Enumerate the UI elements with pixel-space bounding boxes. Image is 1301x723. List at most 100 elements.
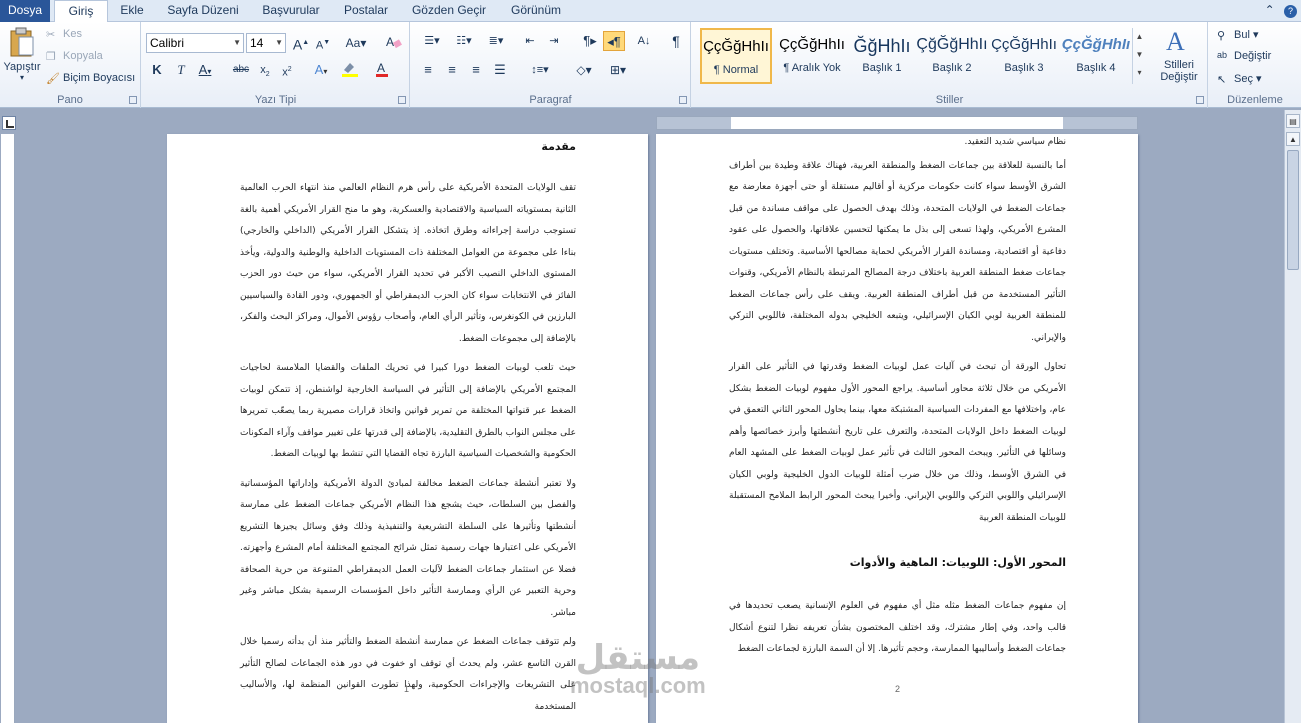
- paragraph-launcher-icon[interactable]: [679, 96, 687, 104]
- page-2[interactable]: نظام سياسي شديد التعقيد. أما بالنسبة للع…: [656, 134, 1138, 723]
- text-effects-button[interactable]: A▾: [310, 60, 332, 80]
- style-heading-3[interactable]: ÇçĞğHhIı Başlık 3: [988, 28, 1060, 84]
- numbering-button[interactable]: ☷▾: [449, 31, 479, 51]
- horizontal-ruler[interactable]: [656, 116, 1138, 130]
- show-hide-marks-button[interactable]: ¶: [665, 31, 687, 51]
- paste-dropdown-icon[interactable]: ▾: [2, 73, 42, 82]
- paste-button[interactable]: Yapıştır ▾: [2, 26, 42, 82]
- decrease-indent-button[interactable]: ⇤: [519, 31, 541, 51]
- page-1[interactable]: مقدمة تقف الولايات المتحدة الأمريكية على…: [167, 134, 648, 723]
- select-button[interactable]: ↖ Seç ▾: [1217, 72, 1262, 86]
- font-name-combo[interactable]: Calibri ▼: [146, 33, 244, 53]
- minimize-ribbon-icon[interactable]: ⌃: [1265, 3, 1275, 17]
- font-size-combo[interactable]: 14 ▼: [246, 33, 286, 53]
- increase-indent-button[interactable]: ⇥: [543, 31, 565, 51]
- tab-file[interactable]: Dosya: [0, 0, 50, 22]
- style-name: Başlık 4: [1076, 62, 1116, 74]
- ltr-button[interactable]: ¶▸: [579, 31, 601, 51]
- style-heading-1[interactable]: ĞğHhIı Başlık 1: [846, 28, 918, 84]
- change-styles-button[interactable]: A Stilleri Değiştir: [1152, 26, 1206, 83]
- ruler-margin-left: [657, 117, 731, 129]
- find-button[interactable]: ⚲ Bul ▾: [1217, 28, 1258, 42]
- tab-home[interactable]: Giriş: [54, 0, 108, 23]
- styles-launcher-icon[interactable]: [1196, 96, 1204, 104]
- ribbon: Yapıştır ▾ ✂ Kes ❐ Kopyala 🖌 Biçim Boyacısı…: [0, 22, 1301, 108]
- page-1-heading: مقدمة: [541, 140, 576, 153]
- bold-button[interactable]: K: [146, 60, 168, 80]
- cut-button[interactable]: ✂ Kes: [46, 28, 82, 41]
- styles-group-label: Stiller: [935, 94, 964, 106]
- styles-scroll[interactable]: ▲ ▼ ▾: [1132, 28, 1146, 84]
- style-sample: ĞğHhIı: [853, 36, 911, 56]
- change-styles-icon: A: [1166, 27, 1185, 56]
- clear-formatting-icon[interactable]: A: [382, 33, 404, 53]
- align-center-button[interactable]: ≡: [441, 60, 463, 80]
- grow-font-button[interactable]: A▲: [290, 33, 312, 53]
- change-case-button[interactable]: Aa▾: [342, 33, 370, 53]
- underline-button[interactable]: A▾: [194, 60, 216, 80]
- tab-references[interactable]: Başvurular: [254, 0, 328, 22]
- multilevel-list-button[interactable]: ≣▾: [481, 31, 511, 51]
- replace-button[interactable]: ab Değiştir: [1217, 50, 1271, 62]
- tab-mailings[interactable]: Postalar: [336, 0, 396, 22]
- scroll-thumb[interactable]: [1287, 150, 1299, 270]
- format-painter-button[interactable]: 🖌 Biçim Boyacısı: [46, 72, 135, 85]
- clipboard-group-label: Pano: [57, 94, 83, 106]
- tab-insert[interactable]: Ekle: [112, 0, 152, 22]
- tab-selector[interactable]: [2, 116, 16, 130]
- page-2-section-body[interactable]: إن مفهوم جماعات الضغط مثله مثل أي مفهوم …: [729, 596, 1066, 669]
- style-heading-2[interactable]: ÇğĞğHhIı Başlık 2: [916, 28, 988, 84]
- paragraph: نظام سياسي شديد التعقيد.: [964, 137, 1066, 147]
- vertical-scrollbar[interactable]: ▤ ▲: [1284, 110, 1301, 723]
- font-group: Calibri ▼ 14 ▼ A▲ A▼ Aa▾ A K T A▾ abc x2 x…: [142, 22, 410, 108]
- line-spacing-button[interactable]: ↕≡▾: [525, 60, 555, 80]
- tab-page-layout[interactable]: Sayfa Düzeni: [160, 0, 246, 22]
- highlighter-icon: [342, 63, 358, 77]
- ruler-toggle-icon[interactable]: ▤: [1286, 114, 1300, 128]
- style-name: ¶ Aralık Yok: [783, 62, 841, 74]
- vertical-ruler[interactable]: [1, 134, 15, 723]
- align-right-button[interactable]: ≡: [465, 60, 487, 80]
- bullets-button[interactable]: ☰▾: [417, 31, 447, 51]
- page-1-body[interactable]: تقف الولايات المتحدة الأمريكية على رأس ه…: [240, 178, 576, 723]
- watermark-latin: mostaql.com: [570, 673, 706, 698]
- ribbon-tab-bar: Dosya Giriş Ekle Sayfa Düzeni Başvurular…: [0, 0, 1301, 23]
- page-number: 1: [404, 684, 410, 694]
- style-normal[interactable]: ÇçĞğHhIı ¶ Normal: [700, 28, 772, 84]
- justify-button[interactable]: ☰: [489, 60, 511, 80]
- page-2-body[interactable]: نظام سياسي شديد التعقيد. أما بالنسبة للع…: [729, 132, 1066, 537]
- borders-button[interactable]: ⊞▾: [603, 60, 633, 80]
- style-no-spacing[interactable]: ÇçĞğHhIı ¶ Aralık Yok: [772, 28, 852, 84]
- paragraph: إن مفهوم جماعات الضغط مثله مثل أي مفهوم …: [729, 601, 1066, 654]
- subscript-button[interactable]: x2: [254, 60, 276, 80]
- find-label: Bul: [1234, 29, 1250, 41]
- window-controls: ⌃ ?: [1265, 3, 1297, 18]
- style-heading-4[interactable]: ÇçĞğHhIı Başlık 4: [1060, 28, 1132, 84]
- clipboard-launcher-icon[interactable]: [129, 96, 137, 104]
- replace-icon: ab: [1217, 50, 1228, 61]
- shading-button[interactable]: ◇▾: [569, 60, 599, 80]
- strikethrough-button[interactable]: abc: [230, 60, 252, 80]
- font-launcher-icon[interactable]: [398, 96, 406, 104]
- rtl-button[interactable]: ◂¶: [603, 31, 625, 51]
- paragraph: تحاول الورقة أن تبحث في آليات عمل لوبيات…: [729, 362, 1066, 523]
- italic-button[interactable]: T: [170, 60, 192, 80]
- font-group-label: Yazı Tipi: [254, 94, 297, 106]
- shrink-font-button[interactable]: A▼: [312, 33, 334, 53]
- style-name: Başlık 2: [932, 62, 972, 74]
- cut-label: Kes: [63, 28, 82, 40]
- paragraph-group-label: Paragraf: [529, 94, 572, 106]
- highlight-color-button[interactable]: [340, 60, 362, 80]
- tab-view[interactable]: Görünüm: [502, 0, 570, 22]
- paste-icon: [10, 27, 34, 57]
- align-left-button[interactable]: ≡: [417, 60, 439, 80]
- tab-review[interactable]: Gözden Geçir: [404, 0, 494, 22]
- sort-button[interactable]: A↓: [633, 31, 655, 51]
- paragraph: حيث تلعب لوبيات الضغط دورا كبيرا في تحري…: [240, 363, 576, 459]
- superscript-button[interactable]: x2: [276, 60, 298, 80]
- scroll-up-icon[interactable]: ▲: [1286, 132, 1300, 146]
- ruler-margin-right: [1063, 117, 1137, 129]
- help-icon[interactable]: ?: [1284, 5, 1297, 18]
- copy-button[interactable]: ❐ Kopyala: [46, 50, 103, 63]
- font-color-button[interactable]: A: [374, 60, 396, 80]
